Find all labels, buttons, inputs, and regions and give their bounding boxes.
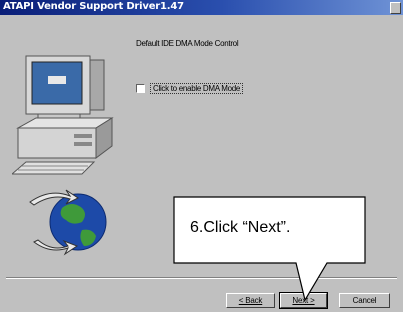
callout-text: 6.Click “Next”. bbox=[190, 219, 291, 236]
back-button[interactable]: < Back bbox=[226, 293, 275, 308]
dma-mode-checkbox-label[interactable]: Click to enable DMA Mode bbox=[150, 82, 244, 94]
cancel-button-label: Cancel bbox=[352, 296, 377, 305]
window-title: ATAPI Vendor Support Driver1.47 bbox=[3, 1, 184, 12]
computer-globe-illustration bbox=[12, 55, 114, 256]
computer-case-icon bbox=[16, 117, 114, 159]
globe-icon bbox=[49, 193, 107, 251]
installer-window: ATAPI Vendor Support Driver1.47 Default … bbox=[0, 0, 403, 312]
title-bar: ATAPI Vendor Support Driver1.47 bbox=[0, 0, 403, 15]
page-heading: Default IDE DMA Mode Control bbox=[136, 39, 239, 48]
next-button[interactable]: Next > bbox=[279, 292, 328, 309]
cancel-button[interactable]: Cancel bbox=[339, 293, 390, 308]
keyboard-icon bbox=[12, 161, 96, 175]
next-button-label: Next > bbox=[292, 296, 315, 305]
dma-mode-checkbox-row[interactable]: Click to enable DMA Mode bbox=[136, 82, 244, 94]
monitor-icon bbox=[25, 55, 105, 123]
divider bbox=[6, 277, 397, 279]
dma-mode-checkbox[interactable] bbox=[136, 83, 145, 93]
back-button-label: < Back bbox=[238, 296, 263, 305]
close-icon[interactable] bbox=[390, 2, 401, 14]
